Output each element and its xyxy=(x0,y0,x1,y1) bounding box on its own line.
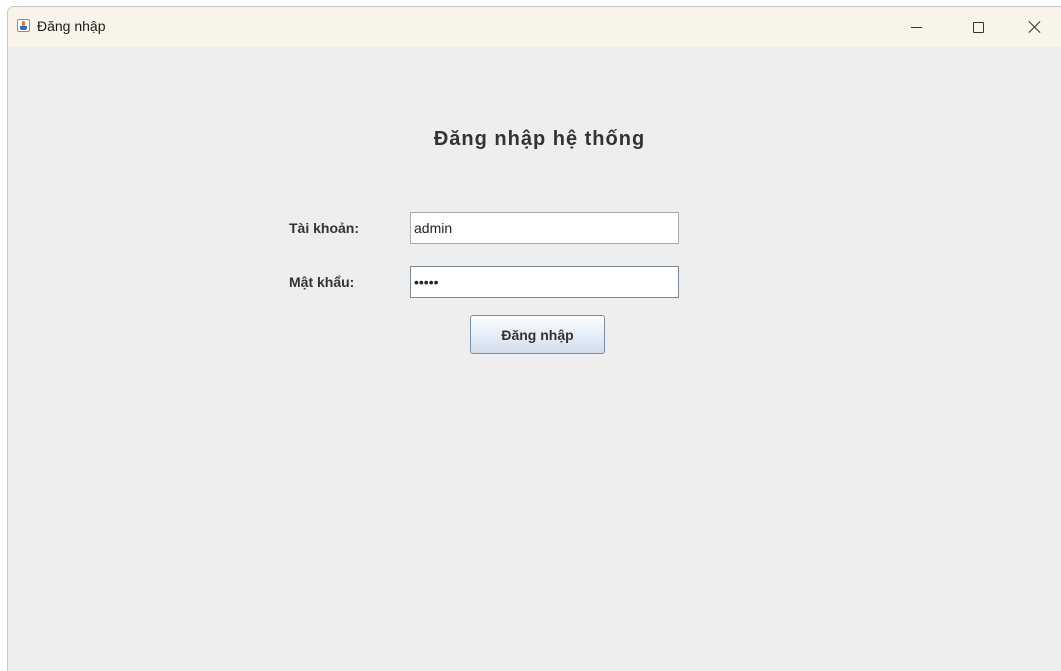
close-button[interactable] xyxy=(1012,7,1058,47)
page-title: Đăng nhập hệ thống xyxy=(433,128,646,150)
title-bar[interactable]: Đăng nhập xyxy=(8,7,1061,47)
maximize-icon xyxy=(973,22,984,33)
window-title: Đăng nhập xyxy=(37,18,106,34)
minimize-button[interactable] xyxy=(894,7,940,47)
minimize-icon xyxy=(911,27,922,28)
close-icon xyxy=(1028,20,1042,34)
password-input[interactable] xyxy=(410,266,679,298)
login-button[interactable]: Đăng nhập xyxy=(470,315,605,354)
password-label: Mật khẩu: xyxy=(289,274,355,290)
username-input[interactable] xyxy=(410,212,679,244)
java-cup-icon xyxy=(17,19,30,32)
username-label: Tài khoản: xyxy=(289,220,360,236)
login-window: Đăng nhập Đăng nhập hệ thống Tài khoản: … xyxy=(7,6,1061,671)
maximize-button[interactable] xyxy=(956,7,1002,47)
